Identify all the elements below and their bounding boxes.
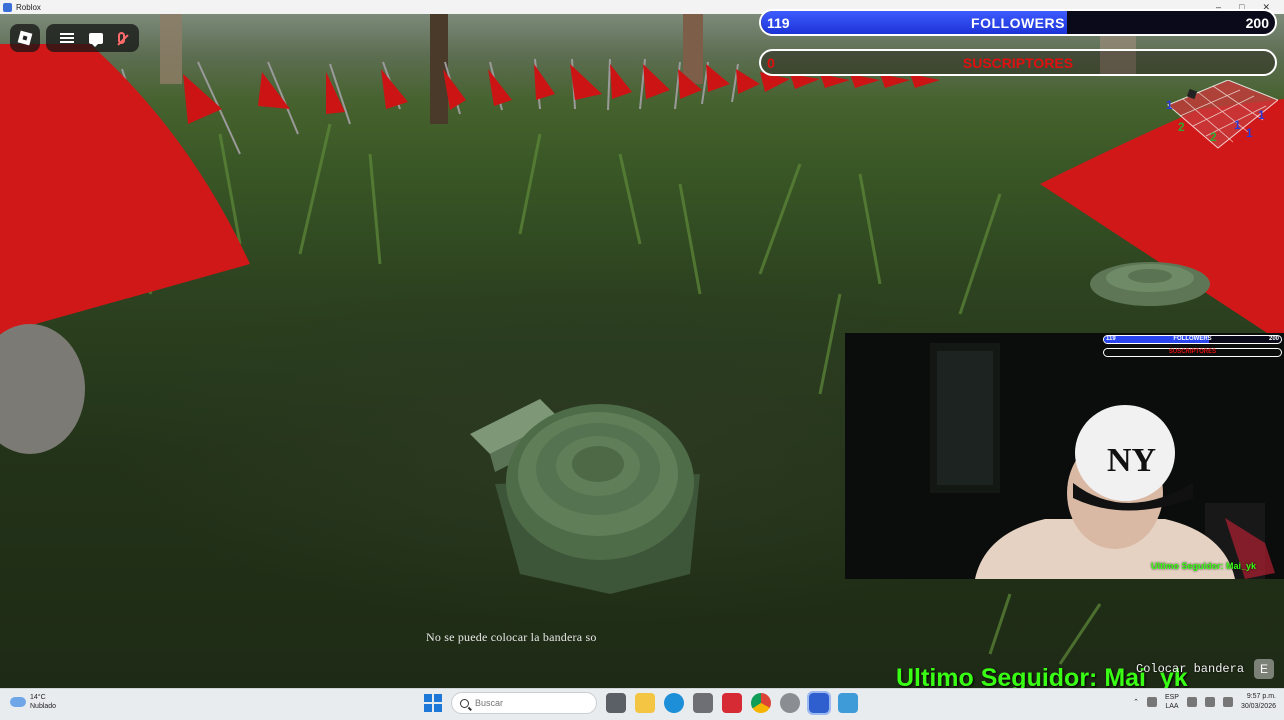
language-indicator[interactable]: ESP LAA	[1165, 693, 1179, 711]
chrome-icon[interactable]	[751, 693, 771, 713]
clock[interactable]: 9:57 p.m. 30/03/2026	[1241, 692, 1276, 712]
game-message: No se puede colocar la bandera so	[426, 630, 597, 644]
subscribers-goal-bar: 0 SUSCRIPTORES	[759, 49, 1277, 76]
roblox-logo-icon	[17, 30, 33, 46]
cap-logo: NY	[1107, 442, 1156, 479]
cloud-icon	[10, 697, 26, 707]
clock-time: 9:57 p.m.	[1246, 693, 1276, 700]
task-view-icon[interactable]	[606, 693, 626, 713]
landmine-distant	[1090, 262, 1210, 306]
wifi-icon[interactable]	[1186, 697, 1197, 707]
webcam-followers-label: FOLLOWERS	[1173, 336, 1212, 342]
roblox-studio-icon[interactable]	[722, 693, 742, 713]
clock-date: 30/03/2026	[1240, 703, 1276, 710]
followers-label: FOLLOWERS	[971, 15, 1065, 31]
foreground-flag-left	[0, 44, 250, 334]
grid-number: 1	[1166, 98, 1173, 112]
weather-widget[interactable]: 14°C Nublado	[10, 693, 56, 711]
webcam-followers-bar: 119 FOLLOWERS 200	[1103, 335, 1282, 344]
windows-start-icon[interactable]	[424, 694, 442, 712]
hamburger-menu-icon[interactable]	[59, 33, 74, 43]
window-title: Roblox	[16, 2, 41, 12]
webcam-feed: NY	[930, 343, 1275, 579]
roblox-icon[interactable]	[807, 691, 831, 715]
webcam-subscribers-label: SUSCRIPTORES	[1168, 349, 1217, 355]
lang-code: ESP	[1164, 694, 1179, 701]
grid-number: 1	[1258, 108, 1265, 122]
roblox-app-icon	[3, 2, 12, 12]
weather-desc: Nublado	[30, 703, 57, 710]
chat-icon[interactable]	[88, 32, 103, 47]
photos-icon[interactable]	[838, 693, 858, 713]
file-explorer-icon[interactable]	[635, 693, 655, 713]
grid-number: 2	[1178, 120, 1185, 134]
store-icon[interactable]	[693, 693, 713, 713]
roblox-topbar	[46, 24, 139, 52]
mic-tray-icon[interactable]	[1146, 697, 1157, 707]
settings-icon[interactable]	[780, 693, 800, 713]
roblox-menu-button[interactable]	[10, 24, 40, 52]
microphone-muted-icon[interactable]	[118, 32, 126, 44]
screen: Roblox – □ ✕ 119 FOLLOWERS 200 0 SUSCRIP…	[0, 0, 1284, 720]
taskbar-search[interactable]	[451, 692, 597, 714]
windows-taskbar: 14°C Nublado ⌃ ESP LAA	[0, 688, 1284, 720]
grid-number: 2	[1210, 130, 1217, 144]
search-input[interactable]	[475, 698, 555, 708]
webcam-followers-goal: 200	[1268, 336, 1279, 342]
action-key-badge[interactable]: E	[1254, 659, 1274, 679]
weather-temp: 14°C	[30, 694, 46, 701]
landmine	[470, 399, 700, 594]
search-icon	[460, 698, 469, 708]
chevron-up-icon[interactable]: ⌃	[1133, 698, 1139, 706]
followers-goal-bar: 119 FOLLOWERS 200	[759, 9, 1277, 36]
followers-goal: 200	[1245, 15, 1269, 31]
grid-number: 1	[1246, 126, 1253, 140]
edge-icon[interactable]	[664, 693, 684, 713]
grid-number: 1	[1234, 118, 1241, 132]
webcam-overlay: NY 119 FOLLOWERS 200 SUSCRIPTORES Ultimo…	[845, 333, 1284, 579]
subscribers-label: SUSCRIPTORES	[962, 55, 1074, 71]
volume-icon[interactable]	[1204, 697, 1215, 707]
webcam-subscribers-bar: SUSCRIPTORES	[1103, 348, 1282, 357]
battery-icon[interactable]	[1222, 697, 1233, 707]
place-flag-prompt[interactable]: Colocar bandera	[1136, 662, 1244, 676]
lang-layout: LAA	[1165, 703, 1179, 710]
rock	[0, 324, 85, 454]
minefield-grid: 1 1 2 2 1 1	[1158, 79, 1279, 150]
webcam-last-follower: Ultimo Seguidor: Mai_yk	[1150, 561, 1256, 571]
